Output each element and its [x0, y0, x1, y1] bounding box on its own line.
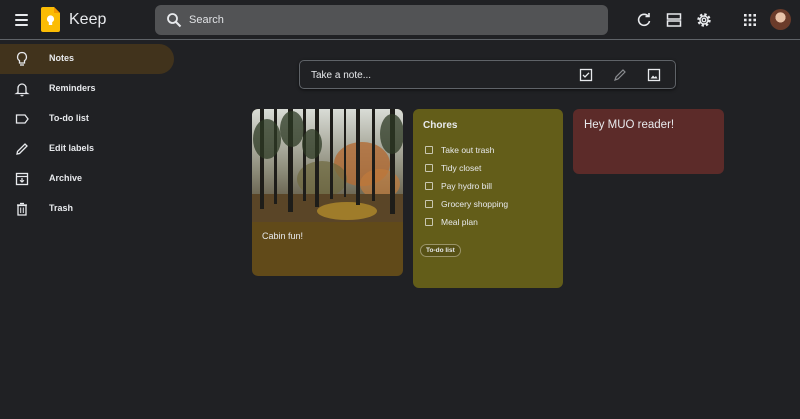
- sidebar-item-reminders[interactable]: Reminders: [0, 74, 174, 104]
- user-avatar[interactable]: [770, 9, 791, 30]
- sidebar-item-archive[interactable]: Archive: [0, 164, 174, 194]
- checklist-item-label: Tidy closet: [441, 163, 482, 173]
- bell-icon: [14, 83, 30, 97]
- search-icon[interactable]: [166, 12, 182, 28]
- take-note-bar[interactable]: Take a note...: [299, 60, 676, 89]
- take-note-placeholder: Take a note...: [311, 70, 372, 81]
- note-text: Cabin fun!: [262, 231, 304, 241]
- forest-photo: [252, 109, 403, 222]
- checklist-item: Tidy closet: [425, 162, 555, 176]
- trash-icon: [17, 202, 27, 216]
- checklist-item: Grocery shopping: [425, 198, 555, 212]
- sidebar-item-label: Edit labels: [49, 143, 95, 153]
- sidebar-item-label: To-do list: [49, 113, 89, 123]
- checklist-item: Meal plan: [425, 216, 555, 230]
- checkbox[interactable]: [425, 164, 433, 172]
- sidebar-item-label: Reminders: [49, 83, 96, 93]
- top-bar: Keep: [0, 0, 800, 40]
- list-view-icon[interactable]: [665, 11, 683, 29]
- checkbox[interactable]: [425, 182, 433, 190]
- note-card-cabin[interactable]: Cabin fun!: [252, 109, 403, 276]
- note-card-chores[interactable]: Chores Take out trash Tidy closet Pay hy…: [413, 109, 563, 288]
- checklist-item: Pay hydro bill: [425, 180, 555, 194]
- sidebar-item-todo-list[interactable]: To-do list: [0, 104, 174, 134]
- sidebar-item-label: Archive: [49, 173, 83, 183]
- refresh-icon[interactable]: [635, 11, 653, 29]
- checkbox[interactable]: [425, 146, 433, 154]
- checklist-item: Take out trash: [425, 144, 555, 158]
- apps-grid-icon[interactable]: [741, 11, 759, 29]
- checkbox[interactable]: [425, 200, 433, 208]
- note-card-muo[interactable]: Hey MUO reader!: [573, 109, 724, 174]
- checklist-item-label: Take out trash: [441, 145, 495, 155]
- sidebar-item-edit-labels[interactable]: Edit labels: [0, 134, 174, 164]
- sidebar: Notes Reminders To-do list Edit labels A…: [0, 44, 180, 224]
- settings-gear-icon[interactable]: [695, 11, 713, 29]
- sidebar-item-trash[interactable]: Trash: [0, 194, 174, 224]
- checklist-item-label: Meal plan: [441, 217, 478, 227]
- checkbox[interactable]: [425, 218, 433, 226]
- pencil-icon: [16, 143, 28, 155]
- label-chip-todo-list[interactable]: To-do list: [420, 244, 461, 257]
- search-bar[interactable]: [155, 5, 608, 35]
- note-title: Chores: [423, 120, 458, 131]
- menu-icon: [14, 14, 28, 16]
- app-title: Keep: [69, 11, 107, 28]
- checklist-item-label: Pay hydro bill: [441, 181, 493, 191]
- label-icon: [15, 114, 29, 124]
- search-input[interactable]: [189, 5, 589, 35]
- new-list-checkbox-icon[interactable]: [579, 68, 593, 82]
- sidebar-item-label: Notes: [49, 53, 75, 63]
- sidebar-item-notes[interactable]: Notes: [0, 44, 174, 74]
- new-image-icon[interactable]: [647, 68, 661, 82]
- archive-icon: [15, 172, 29, 186]
- main-menu-button[interactable]: [10, 9, 32, 31]
- note-text: Hey MUO reader!: [584, 119, 675, 131]
- new-drawing-brush-icon[interactable]: [613, 68, 627, 82]
- lightbulb-icon: [16, 51, 28, 66]
- sidebar-item-label: Trash: [49, 203, 74, 213]
- checklist-item-label: Grocery shopping: [441, 199, 509, 209]
- keep-logo-icon: [41, 7, 60, 32]
